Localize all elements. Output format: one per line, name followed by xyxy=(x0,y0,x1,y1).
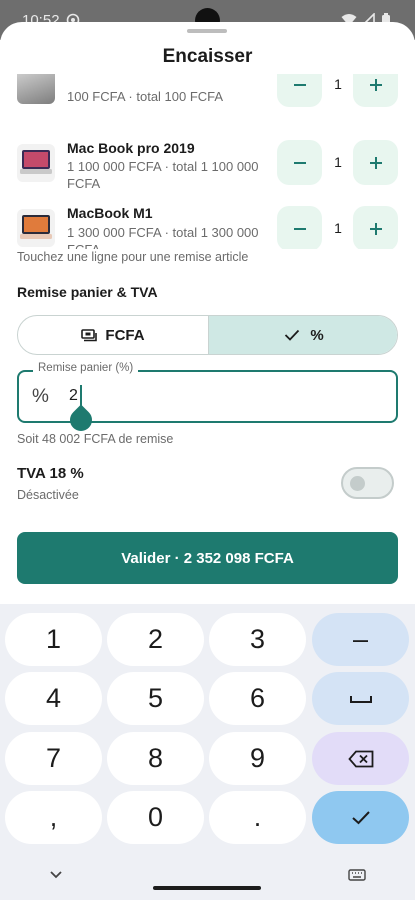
key-backspace[interactable] xyxy=(312,732,409,785)
cart-discount-section-title: Remise panier & TVA xyxy=(17,284,158,300)
checkout-sheet: Encaisser 100 FCFA · total 100 FCFA 1 Ma… xyxy=(0,22,415,604)
key-1[interactable]: 1 xyxy=(5,613,102,666)
tva-toggle[interactable] xyxy=(341,467,394,499)
discount-type-percent-label: % xyxy=(310,326,324,344)
decrease-quantity-button[interactable] xyxy=(277,140,322,185)
cursor-handle[interactable] xyxy=(65,404,97,436)
key-comma[interactable]: , xyxy=(5,791,102,844)
discount-amount-note: Soit 48 002 FCFA de remise xyxy=(17,432,174,446)
plus-icon xyxy=(369,222,382,235)
cash-icon xyxy=(81,328,98,341)
increase-quantity-button[interactable] xyxy=(353,74,398,107)
cart-discount-field[interactable]: Remise panier (%) % xyxy=(17,362,398,436)
product-thumbnail xyxy=(17,144,55,182)
key-7[interactable]: 7 xyxy=(5,732,102,785)
cart-items-list: 100 FCFA · total 100 FCFA 1 Mac Book pro… xyxy=(0,74,415,249)
key-2[interactable]: 2 xyxy=(107,613,204,666)
space-icon xyxy=(349,695,372,703)
sheet-title: Encaisser xyxy=(162,46,253,67)
sheet-drag-handle[interactable] xyxy=(187,29,227,33)
hide-keyboard-chevron-icon[interactable] xyxy=(49,866,63,884)
cart-discount-field-label: Remise panier (%) xyxy=(33,362,139,374)
discount-type-fcfa-label: FCFA xyxy=(105,326,145,344)
discount-type-toggle: FCFA % xyxy=(17,315,398,355)
key-period[interactable]: . xyxy=(209,791,306,844)
key-0[interactable]: 0 xyxy=(107,791,204,844)
minus-icon xyxy=(293,227,306,230)
cart-item[interactable]: 100 FCFA · total 100 FCFA 1 xyxy=(0,74,415,122)
key-space[interactable] xyxy=(312,672,409,725)
quantity-value: 1 xyxy=(334,154,342,170)
validate-payment-button[interactable]: Valider · 2 352 098 FCFA xyxy=(17,532,398,584)
percent-prefix: % xyxy=(32,386,49,407)
tva-toggle-knob xyxy=(350,476,365,491)
tva-status: Désactivée xyxy=(17,488,79,502)
keyboard-switch-icon[interactable] xyxy=(348,868,366,886)
key-5[interactable]: 5 xyxy=(107,672,204,725)
minus-icon xyxy=(293,83,306,86)
tva-title: TVA 18 % xyxy=(17,465,84,482)
key-minus[interactable]: – xyxy=(312,613,409,666)
product-thumbnail xyxy=(17,209,55,247)
quantity-value: 1 xyxy=(334,220,342,236)
plus-icon xyxy=(369,156,382,169)
key-enter[interactable] xyxy=(312,791,409,844)
backspace-icon xyxy=(347,750,373,767)
check-icon xyxy=(351,811,370,825)
discount-type-percent[interactable]: % xyxy=(208,316,397,354)
discount-type-fcfa[interactable]: FCFA xyxy=(18,316,208,354)
product-thumbnail xyxy=(17,74,55,104)
key-3[interactable]: 3 xyxy=(209,613,306,666)
cart-item-name: MacBook M1 xyxy=(67,205,153,221)
increase-quantity-button[interactable] xyxy=(353,206,398,249)
key-4[interactable]: 4 xyxy=(5,672,102,725)
cart-item-price: 1 100 000 FCFA · total 1 100 000 FCFA xyxy=(67,159,259,191)
key-6[interactable]: 6 xyxy=(209,672,306,725)
numeric-keyboard: 1 2 3 – 4 5 6 7 8 9 , 0 . xyxy=(0,604,415,900)
key-8[interactable]: 8 xyxy=(107,732,204,785)
increase-quantity-button[interactable] xyxy=(353,140,398,185)
decrease-quantity-button[interactable] xyxy=(277,206,322,249)
plus-icon xyxy=(369,78,382,91)
cart-discount-input[interactable] xyxy=(69,387,369,405)
decrease-quantity-button[interactable] xyxy=(277,74,322,107)
minus-icon xyxy=(293,161,306,164)
quantity-value: 1 xyxy=(334,76,342,92)
cart-item[interactable]: MacBook M1 1 300 000 FCFA · total 1 300 … xyxy=(0,202,415,249)
cart-item-price: 1 300 000 FCFA · total 1 300 000 FCFA xyxy=(67,225,259,249)
gesture-nav-bar[interactable] xyxy=(153,886,261,890)
item-discount-hint: Touchez une ligne pour une remise articl… xyxy=(17,250,249,264)
key-9[interactable]: 9 xyxy=(209,732,306,785)
check-icon xyxy=(285,329,300,341)
cart-item-name: Mac Book pro 2019 xyxy=(67,140,195,156)
cart-item[interactable]: Mac Book pro 2019 1 100 000 FCFA · total… xyxy=(0,136,415,200)
cart-item-price: 100 FCFA · total 100 FCFA xyxy=(67,89,224,104)
